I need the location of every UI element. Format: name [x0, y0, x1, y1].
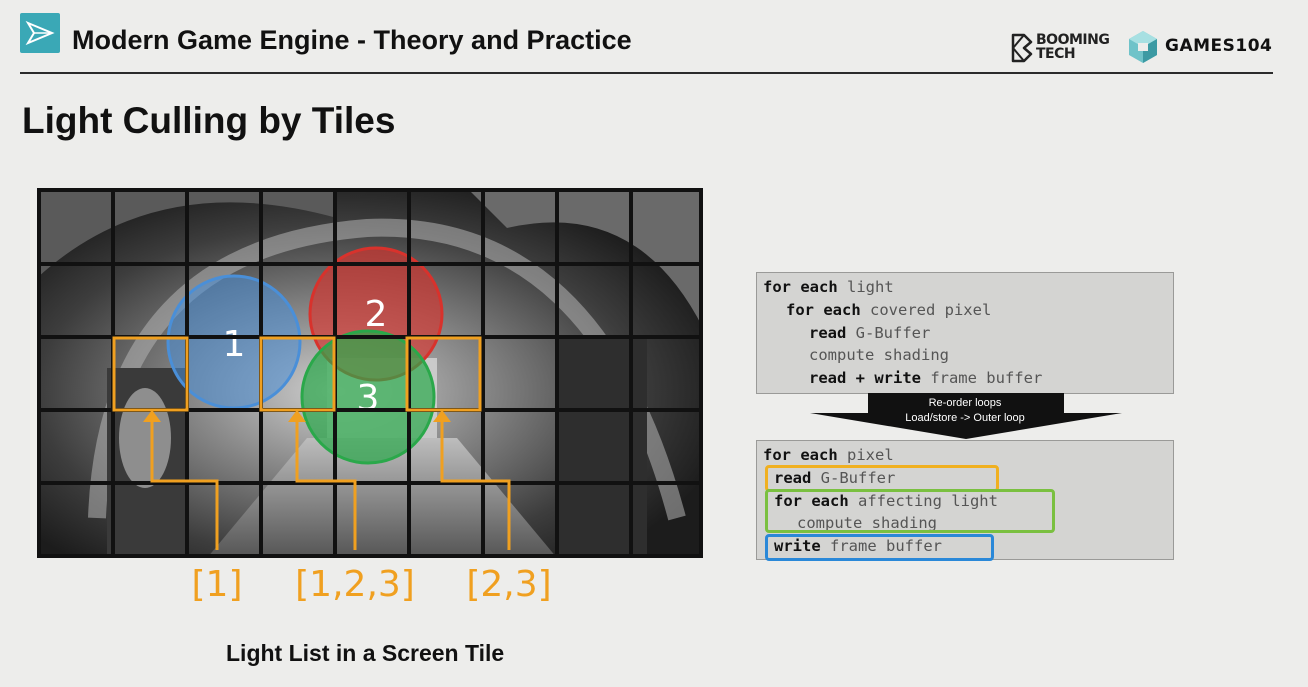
- code-line: for each pixel: [763, 446, 894, 464]
- tech-text: TECH: [1036, 46, 1076, 62]
- light-3-label: 3: [357, 378, 380, 419]
- reorder-label-2: Load/store -> Outer loop: [905, 412, 1025, 424]
- code-line: compute shading: [809, 346, 949, 364]
- light-2-label: 2: [365, 294, 388, 335]
- code-block-after: for each pixel read G-Buffer for each af…: [756, 440, 1174, 561]
- course-logo-icon: [20, 13, 60, 53]
- right-pillar: [557, 338, 647, 558]
- code-block-before: for each light for each covered pixel re…: [756, 272, 1174, 394]
- booming-text: BOOMING: [1036, 32, 1110, 48]
- read-highlight: [765, 465, 999, 492]
- games104-text: GAMES104: [1165, 36, 1273, 56]
- reorder-label-1: Re-order loops: [928, 397, 1002, 409]
- tile-list-2: [1,2,3]: [295, 564, 415, 605]
- code-line: for each covered pixel: [786, 301, 992, 319]
- light-3: 3: [300, 329, 436, 465]
- loop-highlight: [765, 489, 1055, 533]
- statue: [119, 388, 171, 488]
- tile-list-1: [1]: [192, 564, 243, 605]
- code-line: read + write frame buffer: [809, 369, 1043, 387]
- games-cube-icon: [1129, 31, 1157, 63]
- slide-title: Light Culling by Tiles: [22, 100, 396, 141]
- booming-mark-icon: [1011, 33, 1033, 63]
- tile-list-3: [2,3]: [466, 564, 551, 605]
- write-highlight: [765, 534, 994, 561]
- course-title: Modern Game Engine - Theory and Practice: [72, 25, 632, 55]
- light-1-label: 1: [223, 324, 246, 365]
- booming-tech-logo: BOOMING TECH: [1010, 33, 1116, 65]
- figure-caption: Light List in a Screen Tile: [226, 640, 505, 666]
- code-line: read G-Buffer: [809, 324, 931, 342]
- slide: Modern Game Engine - Theory and Practice…: [0, 0, 1308, 687]
- tiled-scene-figure: 1 2 3 [1] [1,2,3] [2,3]: [37, 188, 703, 605]
- header-divider: [20, 72, 1273, 74]
- games104-logo: GAMES104: [1127, 30, 1272, 69]
- code-line: for each light: [763, 278, 894, 296]
